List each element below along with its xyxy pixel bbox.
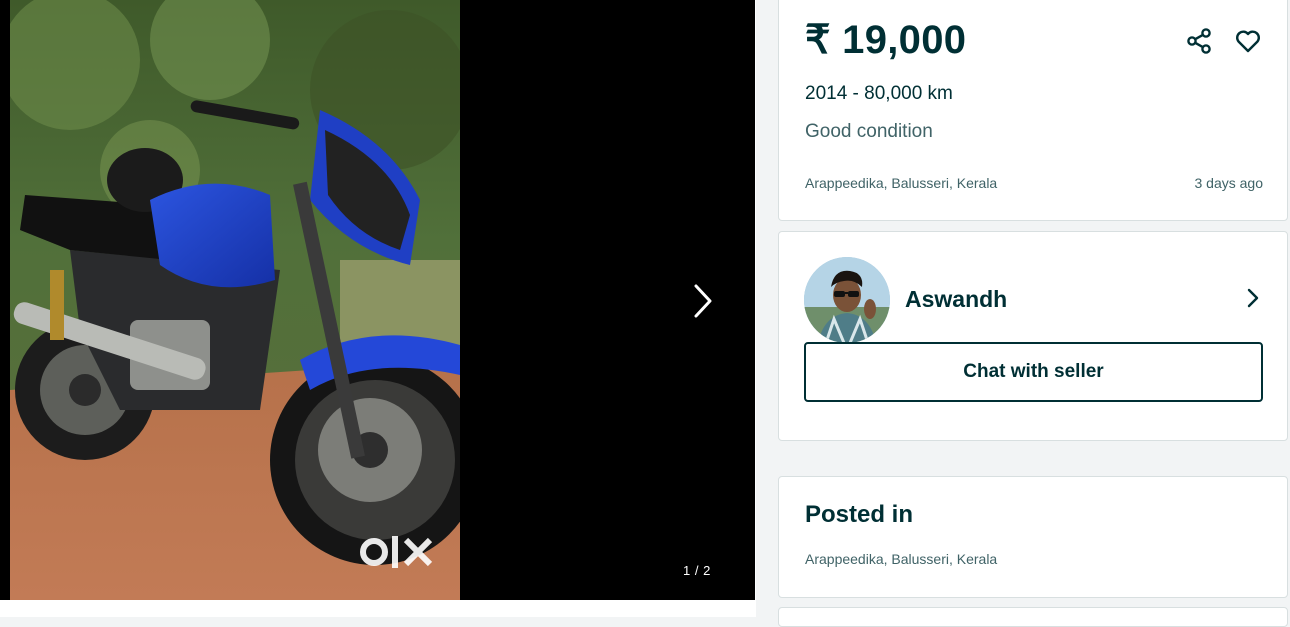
seller-avatar[interactable] bbox=[804, 257, 890, 343]
listing-location: Arappeedika, Balusseri, Kerala bbox=[805, 175, 998, 191]
favorite-button[interactable] bbox=[1232, 25, 1264, 57]
olx-watermark-icon bbox=[360, 536, 433, 568]
price-card: ₹ 19,000 2014 - 80,000 km Good condition… bbox=[778, 0, 1288, 221]
seller-profile-button[interactable] bbox=[1241, 284, 1265, 312]
condition-text: Good condition bbox=[805, 121, 933, 142]
motorcycle-photo bbox=[10, 0, 460, 600]
seller-name[interactable]: Aswandh bbox=[905, 286, 1007, 313]
heart-icon bbox=[1236, 30, 1260, 53]
chat-with-seller-button[interactable]: Chat with seller bbox=[804, 342, 1263, 402]
share-icon bbox=[1187, 28, 1211, 54]
image-gallery: 1 / 2 bbox=[0, 0, 756, 617]
next-card bbox=[778, 607, 1288, 627]
chevron-right-icon bbox=[694, 284, 712, 318]
share-button[interactable] bbox=[1183, 25, 1215, 57]
year-mileage: 2014 - 80,000 km bbox=[805, 83, 953, 104]
posted-in-location: Arappeedika, Balusseri, Kerala bbox=[805, 551, 998, 567]
seller-card: Aswandh Chat with seller bbox=[778, 231, 1288, 441]
posted-in-card: Posted in Arappeedika, Balusseri, Kerala bbox=[778, 476, 1288, 598]
photo-viewer[interactable]: 1 / 2 bbox=[0, 0, 755, 600]
chevron-right-icon bbox=[1247, 288, 1259, 308]
avatar-image bbox=[804, 257, 890, 343]
posted-time: 3 days ago bbox=[1194, 175, 1264, 191]
image-counter: 1 / 2 bbox=[683, 563, 711, 578]
price: ₹ 19,000 bbox=[805, 18, 967, 62]
posted-in-title: Posted in bbox=[805, 501, 914, 528]
next-image-button[interactable] bbox=[683, 280, 723, 322]
